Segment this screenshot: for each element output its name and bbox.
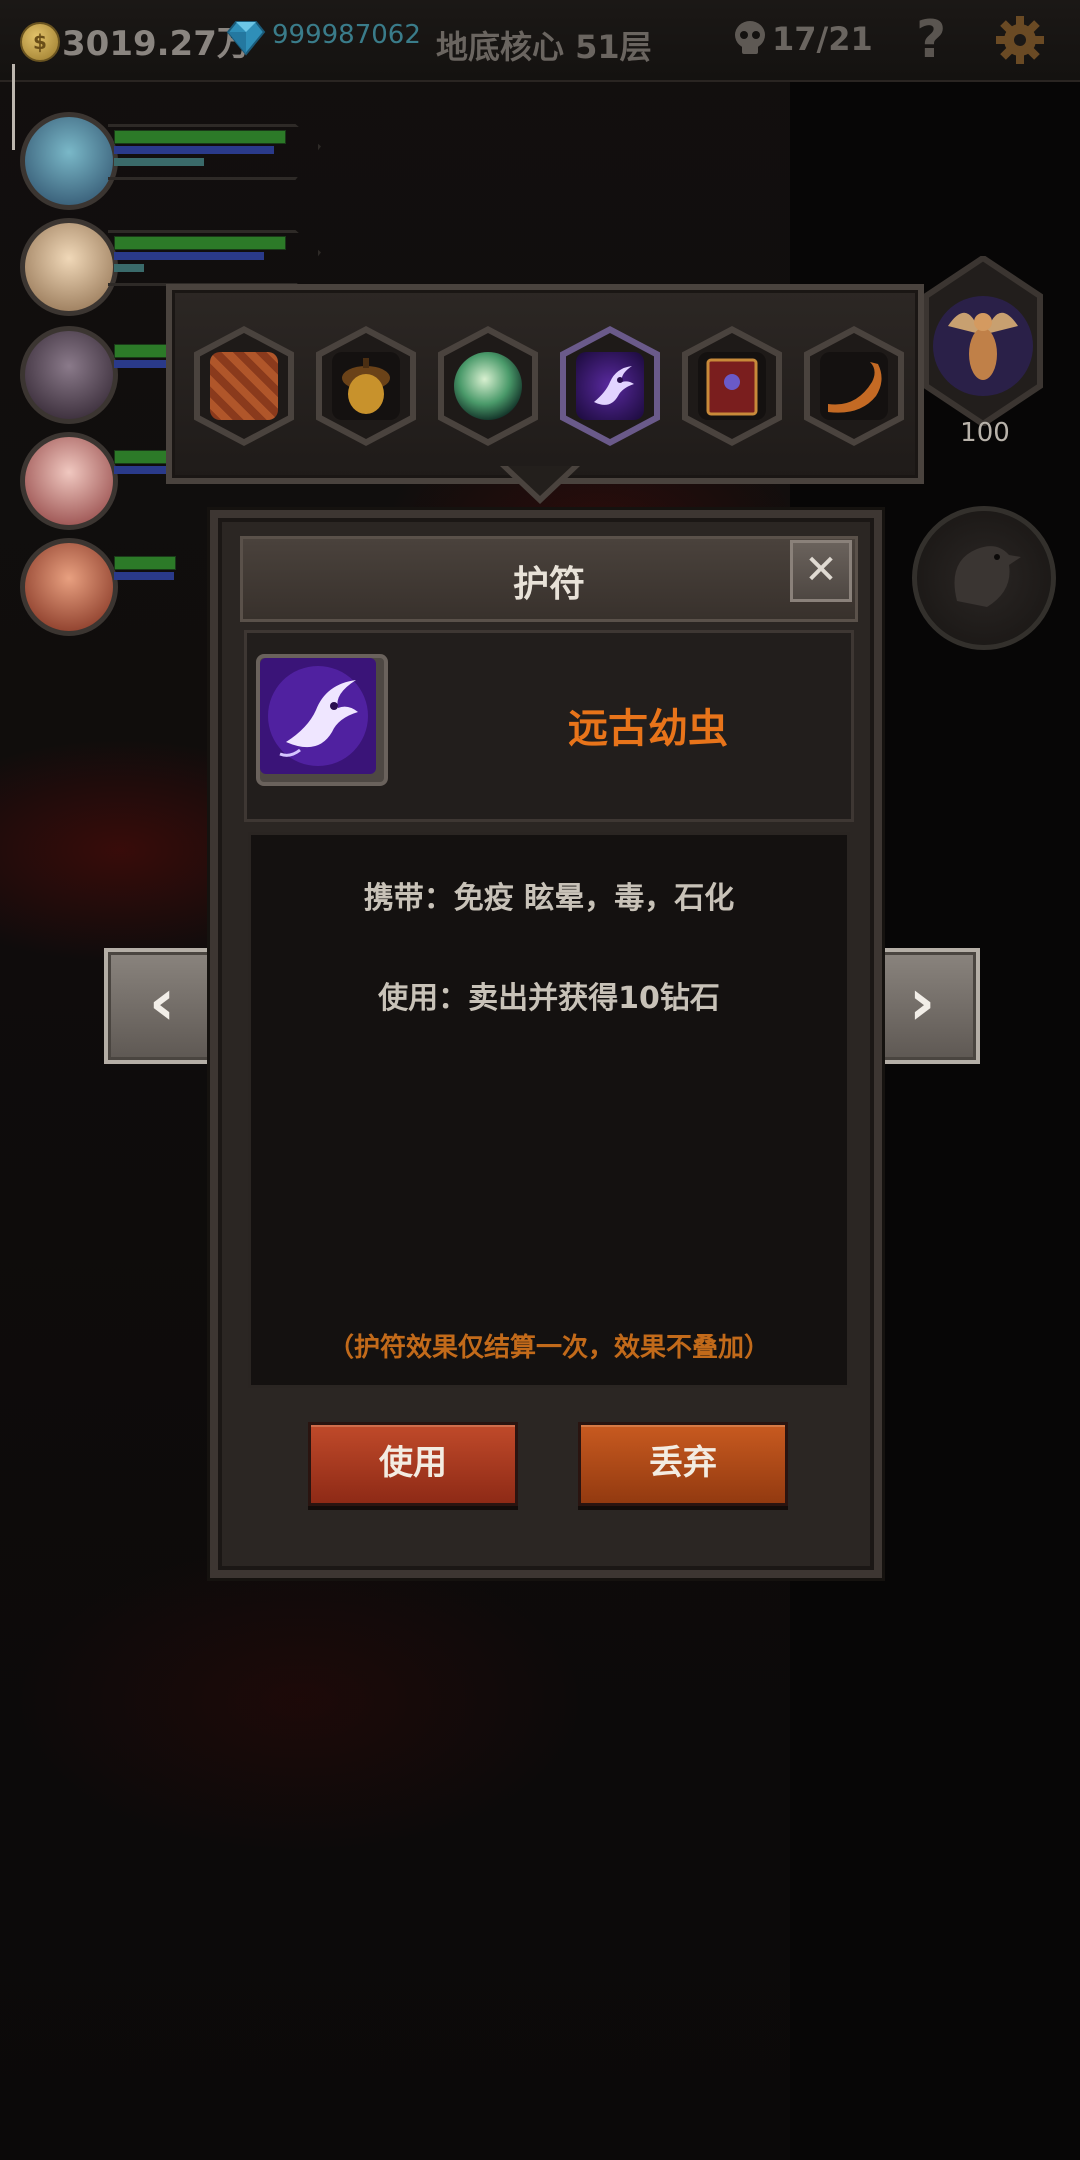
dialog-title: 护符 xyxy=(512,564,585,605)
hero-status-bars xyxy=(108,124,321,180)
dialog-header: 护符 xyxy=(240,536,858,622)
hero-status-bars xyxy=(108,230,321,286)
scale-armor-icon xyxy=(210,352,278,420)
amulet-dialog: 护符 ✕ 远古幼虫 携带：免疫 眩晕，毒，石化 使用：卖出并获得10钻石 （护符… xyxy=(210,510,882,1578)
item-icon-frame xyxy=(256,654,388,786)
chevron-left-icon: ‹ xyxy=(148,966,176,1040)
larva-icon xyxy=(576,352,644,420)
spellbook-icon xyxy=(698,352,766,420)
scrollbar[interactable] xyxy=(12,64,15,150)
diamond-amount: 999987062 xyxy=(272,20,421,50)
diamond-icon xyxy=(226,21,266,56)
skull-icon xyxy=(735,21,765,54)
horn-icon xyxy=(820,352,888,420)
close-button[interactable]: ✕ xyxy=(790,540,852,602)
item-slot-2[interactable] xyxy=(316,326,416,446)
item-slot-1[interactable] xyxy=(194,326,294,446)
use-effect-text: 使用：卖出并获得10钻石 xyxy=(378,981,720,1016)
discard-button[interactable]: 丢弃 xyxy=(578,1422,788,1506)
chevron-right-icon: › xyxy=(908,966,936,1040)
previous-item-button[interactable]: ‹ xyxy=(104,948,220,1064)
crow-skill-badge[interactable] xyxy=(912,506,1056,650)
hero-portrait xyxy=(20,432,118,530)
help-icon[interactable]: ? xyxy=(916,10,946,70)
gear-icon[interactable] xyxy=(994,14,1046,66)
item-slot-4[interactable] xyxy=(560,326,660,446)
floor-label: 地底核心 51层 xyxy=(436,28,652,66)
top-status-bar: $ 3019.27万 999987062 地底核心 51层 17/21 ? xyxy=(0,0,1080,82)
item-name: 远古幼虫 xyxy=(568,706,728,752)
acorn-icon xyxy=(332,352,400,420)
hero-portrait xyxy=(20,538,118,636)
item-picker-bar xyxy=(166,284,924,484)
hero-portrait xyxy=(20,112,118,210)
item-slot-5[interactable] xyxy=(682,326,782,446)
item-description-panel: 携带：免疫 眩晕，毒，石化 使用：卖出并获得10钻石 （护符效果仅结算一次，效果… xyxy=(248,832,850,1388)
angel-count: 100 xyxy=(960,418,1010,448)
use-button[interactable]: 使用 xyxy=(308,1422,518,1506)
hero-portrait xyxy=(20,326,118,424)
larva-icon xyxy=(260,658,376,774)
carry-effect-text: 携带：免疫 眩晕，毒，石化 xyxy=(363,881,735,916)
kill-counter: 17/21 xyxy=(772,20,873,58)
hero-slot-1[interactable] xyxy=(20,112,321,212)
green-orb-icon xyxy=(454,352,522,420)
hero-portrait xyxy=(20,218,118,316)
item-slot-6[interactable] xyxy=(804,326,904,446)
gold-coin-icon: $ xyxy=(20,22,60,62)
item-slot-3[interactable] xyxy=(438,326,538,446)
gold-amount: 3019.27万 xyxy=(62,24,251,64)
picker-pointer xyxy=(500,466,580,504)
amulet-note-text: （护符效果仅结算一次，效果不叠加） xyxy=(327,1333,770,1363)
